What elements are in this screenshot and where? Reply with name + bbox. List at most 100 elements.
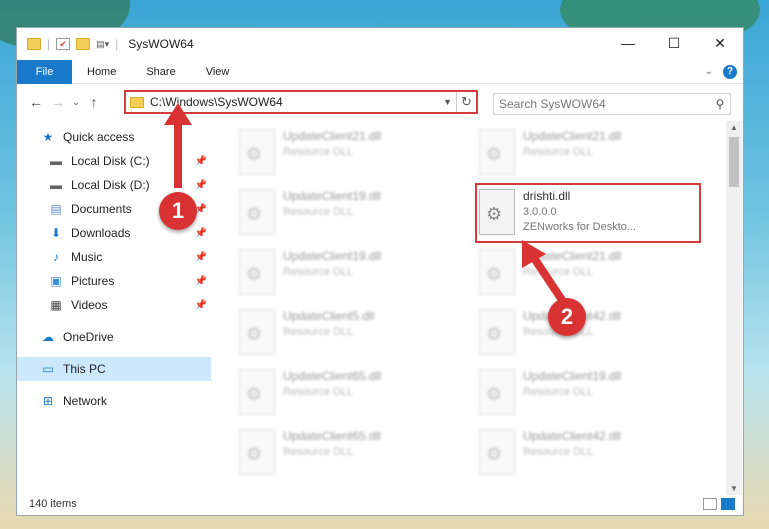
scrollbar-thumb[interactable] [729,137,739,187]
sidebar-item-music[interactable]: ♪ Music 📌 [17,245,211,269]
address-bar[interactable]: C:\Windows\SysWOW64 ▼ ↻ [124,90,478,114]
file-item[interactable]: ⚙ UpdateClient21.dll Resource DLL [477,247,707,297]
search-icon[interactable]: ⚲ [710,97,730,111]
download-icon: ⬇ [50,226,62,240]
scroll-up-icon[interactable]: ▲ [726,123,742,132]
dll-file-icon: ⚙ [479,369,515,415]
customize-toolbar-icon[interactable]: ▤▾ [96,39,109,50]
cloud-icon: ☁ [42,330,54,344]
folder-icon [130,96,144,108]
file-description: Resource DLL [283,446,354,458]
maximize-button[interactable]: ☐ [651,28,697,58]
chevron-down-icon[interactable]: ▼ [443,97,456,107]
file-item[interactable]: ⚙ UpdateClient19.dll Resource DLL [237,187,467,237]
videos-icon: ▦ [50,298,62,312]
sidebar-item-label: Pictures [71,274,115,288]
dll-file-icon: ⚙ [479,129,515,175]
vertical-scrollbar[interactable]: ▲ ▼ [726,121,742,495]
sidebar-item-label: Network [63,394,108,408]
search-input[interactable] [499,97,710,111]
address-path[interactable]: C:\Windows\SysWOW64 [150,95,283,109]
details-view-icon[interactable] [703,498,717,510]
music-icon: ♪ [53,250,59,264]
pin-icon[interactable]: 📌 [195,156,207,167]
separator: | [47,37,51,51]
file-item[interactable]: ⚙ UpdateClient65.dll Resource DLL [237,427,467,477]
up-button[interactable]: ↑ [83,94,105,110]
computer-icon: ▭ [42,362,54,376]
tiles-view-icon[interactable] [721,498,735,510]
sidebar-item-local-disk-c[interactable]: ▬ Local Disk (C:) 📌 [17,149,211,173]
drive-icon: ▬ [50,178,62,192]
file-name: UpdateClient21.dll [523,249,622,263]
file-description: Resource DLL [283,146,354,158]
folder-icon[interactable] [27,38,41,50]
tab-file[interactable]: File [17,59,72,84]
dll-file-icon: ⚙ [239,369,275,415]
file-description: Resource DLL [283,206,354,218]
pin-icon[interactable]: 📌 [195,300,207,311]
file-item[interactable]: ⚙ UpdateClient5.dll Resource DLL [237,307,467,357]
expand-ribbon-icon[interactable]: ⌄ [705,66,713,77]
navigation-bar: ← → ⌄ ↑ C:\Windows\SysWOW64 ▼ ↻ ⚲ [17,84,743,120]
sidebar-item-pictures[interactable]: ▣ Pictures 📌 [17,269,211,293]
quick-access-toolbar: | ✔ ▤▾ | [17,37,118,51]
dll-file-icon: ⚙ [239,309,275,355]
explorer-window: | ✔ ▤▾ | SysWOW64 — ☐ ✕ File Home Share … [16,27,744,516]
dll-file-icon: ⚙ [239,249,275,295]
properties-icon[interactable]: ✔ [56,38,71,50]
item-count: 140 items [29,498,77,510]
file-item[interactable]: ⚙ UpdateClient19.dll Resource DLL [237,247,467,297]
file-description: Resource DLL [283,326,354,338]
file-item[interactable]: ⚙ UpdateClient42.dllResource DLL [477,427,707,477]
highlight-box [475,183,701,243]
help-icon[interactable]: ? [723,64,737,79]
forward-button[interactable]: → [47,94,69,110]
refresh-button[interactable]: ↻ [456,92,476,112]
new-folder-icon[interactable] [76,38,91,50]
drive-icon: ▬ [50,154,62,168]
file-name: UpdateClient19.dll [523,369,622,383]
sidebar-item-quick-access[interactable]: ★ Quick access [17,125,211,149]
ribbon-tabs: File Home Share View ⌄ ? [17,59,743,84]
file-item[interactable]: ⚙ UpdateClient19.dll Resource DLL [477,367,707,417]
file-description: Resource DLL [523,266,594,278]
sidebar-item-label: Local Disk (D:) [71,178,150,192]
search-box[interactable]: ⚲ [493,93,731,115]
pin-icon[interactable]: 📌 [195,228,207,239]
file-name: UpdateClient5.dll [283,309,375,323]
file-item[interactable]: ⚙ UpdateClient21.dll Resource DLL [477,127,707,177]
view-switcher [703,498,743,510]
navigation-pane: ★ Quick access ▬ Local Disk (C:) 📌 ▬ Loc… [17,121,211,495]
pin-icon[interactable]: 📌 [195,276,207,287]
file-item[interactable]: ⚙ UpdateClient42.dllResource DLL [477,307,707,357]
scroll-down-icon[interactable]: ▼ [726,484,742,493]
tab-share[interactable]: Share [131,60,190,84]
pictures-icon: ▣ [50,274,62,288]
tab-home[interactable]: Home [72,60,131,84]
pin-icon[interactable]: 📌 [195,252,207,263]
file-description: Resource DLL [523,146,594,158]
window-title: SysWOW64 [128,37,194,51]
sidebar-item-this-pc[interactable]: ▭ This PC [17,357,211,381]
file-name: UpdateClient65.dll [283,369,382,383]
callout-step-2: 2 [548,298,586,336]
sidebar-item-network[interactable]: ⊞ Network [17,389,211,413]
pin-icon[interactable]: 📌 [195,180,207,191]
tab-view[interactable]: View [191,60,245,84]
sidebar-item-label: OneDrive [63,330,114,344]
dll-file-icon: ⚙ [239,189,275,235]
dll-file-icon: ⚙ [479,249,515,295]
minimize-button[interactable]: — [605,28,651,58]
file-name: UpdateClient65.dll [283,429,382,443]
close-button[interactable]: ✕ [697,28,743,58]
file-list: ⚙ UpdateClient21.dll Resource DLL ⚙ Updat… [217,121,727,495]
file-item[interactable]: ⚙ UpdateClient65.dll Resource DLL [237,367,467,417]
sidebar-item-onedrive[interactable]: ☁ OneDrive [17,325,211,349]
recent-locations-button[interactable]: ⌄ [69,97,83,108]
title-bar: | ✔ ▤▾ | SysWOW64 — ☐ ✕ [17,28,743,60]
file-item[interactable]: ⚙ UpdateClient21.dll Resource DLL [237,127,467,177]
back-button[interactable]: ← [25,94,47,110]
sidebar-item-videos[interactable]: ▦ Videos 📌 [17,293,211,317]
dll-file-icon: ⚙ [239,129,275,175]
